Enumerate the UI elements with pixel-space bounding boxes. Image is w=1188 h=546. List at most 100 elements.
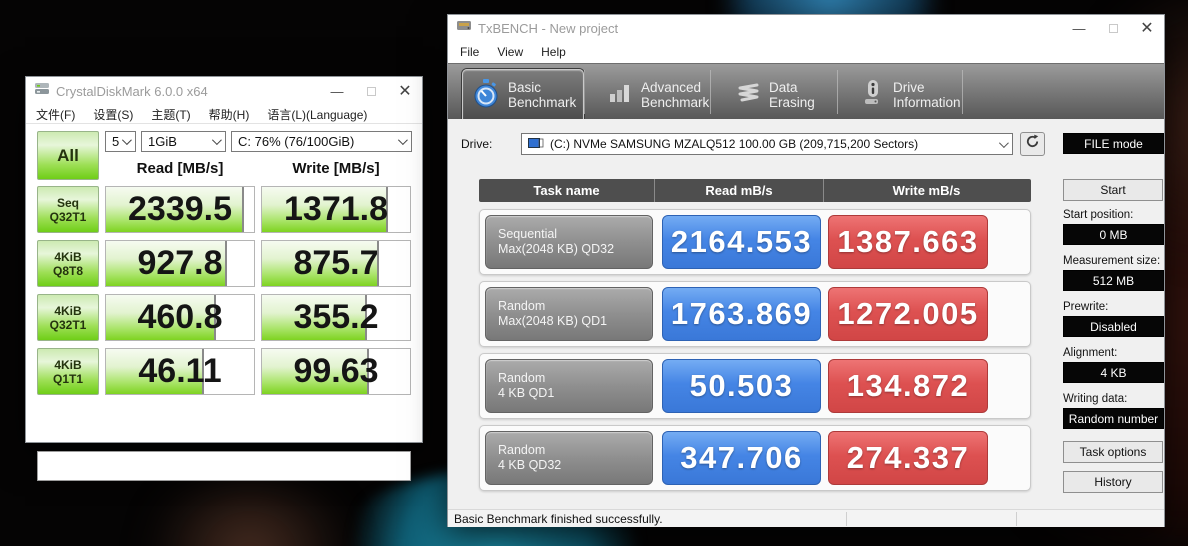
cdm-all-button[interactable]: All — [37, 131, 99, 180]
tab-advanced-benchmark[interactable]: Advanced Benchmark — [598, 69, 709, 120]
cdm-comment-input[interactable] — [37, 451, 411, 481]
task-line1: Random — [498, 443, 546, 457]
cdm-4kib-q8t8-button[interactable]: 4KiB Q8T8 — [37, 240, 99, 287]
tab-label: Basic Benchmark — [508, 80, 577, 110]
history-button[interactable]: History — [1063, 471, 1163, 493]
task-options-button[interactable]: Task options — [1063, 441, 1163, 463]
tab-data-erasing[interactable]: Data Erasing — [726, 69, 834, 120]
measurement-size-value[interactable]: 512 MB — [1063, 270, 1164, 291]
cdm-q1t1-write-cell: 99.63 — [261, 348, 411, 395]
txb-menu-help[interactable]: Help — [541, 45, 566, 59]
drive-label: Drive: — [461, 137, 493, 151]
writing-data-value[interactable]: Random number — [1063, 408, 1164, 429]
refresh-icon — [1025, 134, 1040, 154]
tab-separator — [710, 70, 711, 114]
tab-separator — [962, 70, 963, 114]
task-line1: Sequential — [498, 227, 558, 241]
drive-select[interactable]: (C:) NVMe SAMSUNG MZALQ512 100.00 GB (20… — [521, 133, 1013, 155]
prewrite-label: Prewrite: — [1063, 301, 1109, 313]
cdm-row-label: Q32T1 — [49, 209, 87, 224]
cdm-target-drive-select[interactable]: C: 76% (76/100GiB) — [231, 131, 412, 152]
write-result-value: 274.337 — [828, 431, 988, 485]
cdm-menu-settings[interactable]: 设置(S) — [93, 106, 133, 123]
write-result-value: 1387.663 — [828, 215, 988, 269]
cdm-q8t8-write-cell: 875.7 — [261, 240, 411, 287]
task-line1: Random — [498, 371, 546, 385]
prewrite-value[interactable]: Disabled — [1063, 316, 1164, 337]
refresh-drives-button[interactable] — [1020, 132, 1045, 156]
cdm-test-count-select[interactable]: 5 — [105, 131, 136, 152]
alignment-label: Alignment: — [1063, 347, 1118, 359]
cdm-row-label: 4KiB — [54, 249, 82, 264]
txbench-app-icon — [456, 19, 472, 37]
cdm-close-button[interactable]: ✕ — [388, 81, 422, 101]
task-button[interactable]: Random Max(2048 KB) QD1 — [485, 287, 653, 341]
cdm-4kib-q1t1-button[interactable]: 4KiB Q1T1 — [37, 348, 99, 395]
cdm-test-count-value: 5 — [112, 134, 120, 149]
txb-statusbar: Basic Benchmark finished successfully. — [448, 509, 1164, 527]
statusbar-divider — [846, 512, 847, 526]
crystaldiskmark-app-icon — [34, 82, 50, 101]
tab-separator — [584, 70, 585, 114]
cdm-window-title: CrystalDiskMark 6.0.0 x64 — [56, 83, 208, 99]
eraser-icon — [736, 82, 760, 107]
cdm-row-label: Seq — [56, 195, 79, 210]
task-line2: Max(2048 KB) QD32 — [498, 242, 615, 256]
cdm-row-label: Q1T1 — [52, 371, 83, 386]
result-row-random-qd1-max: Random Max(2048 KB) QD1 1763.869 1272.00… — [479, 281, 1031, 347]
cdm-menu-language[interactable]: 语言(L)(Language) — [267, 106, 367, 123]
txb-titlebar[interactable]: TxBENCH - New project — ✕ — [448, 15, 1164, 41]
txb-menu-file[interactable]: File — [460, 45, 479, 59]
cdm-row-label: Q8T8 — [52, 263, 83, 278]
result-row-random-4kb-qd32: Random 4 KB QD32 347.706 274.337 — [479, 425, 1031, 491]
task-line2: 4 KB QD1 — [498, 386, 555, 400]
cdm-menu-theme[interactable]: 主题(T) — [151, 106, 190, 123]
bar-chart-icon — [608, 82, 632, 107]
start-position-value[interactable]: 0 MB — [1063, 224, 1164, 245]
cdm-seq-write-cell: 1371.8 — [261, 186, 411, 233]
cdm-q8t8-read-cell: 927.8 — [105, 240, 255, 287]
cdm-row-label: 4KiB — [54, 303, 82, 318]
cdm-q1t1-write-value: 99.63 — [293, 352, 379, 390]
tab-basic-benchmark[interactable]: Basic Benchmark — [462, 69, 584, 120]
cdm-menu-help[interactable]: 帮助(H) — [209, 106, 250, 123]
start-button[interactable]: Start — [1063, 179, 1163, 201]
cdm-all-label: All — [57, 145, 79, 165]
result-row-sequential-qd32: Sequential Max(2048 KB) QD32 2164.553 13… — [479, 209, 1031, 275]
txb-minimize-button[interactable]: — — [1062, 21, 1096, 36]
alignment-value[interactable]: 4 KB — [1063, 362, 1164, 383]
tab-separator — [837, 70, 838, 114]
cdm-seq-q32t1-button[interactable]: Seq Q32T1 — [37, 186, 99, 233]
result-row-random-4kb-qd1: Random 4 KB QD1 50.503 134.872 — [479, 353, 1031, 419]
task-line1: Random — [498, 299, 546, 313]
txb-maximize-button[interactable] — [1096, 23, 1130, 33]
txb-menubar: File View Help — [448, 41, 1164, 63]
cdm-menu-file[interactable]: 文件(F) — [36, 106, 75, 123]
txb-close-button[interactable]: ✕ — [1130, 18, 1164, 38]
cdm-titlebar[interactable]: CrystalDiskMark 6.0.0 x64 — ✕ — [26, 77, 422, 105]
cdm-maximize-button[interactable] — [354, 86, 388, 96]
cdm-seq-write-value: 1371.8 — [284, 190, 388, 228]
drive-icon — [528, 137, 544, 152]
cdm-seq-read-value: 2339.5 — [128, 190, 232, 228]
tab-drive-information[interactable]: Drive Information — [852, 69, 961, 120]
task-button[interactable]: Sequential Max(2048 KB) QD32 — [485, 215, 653, 269]
cdm-4kib-q32t1-button[interactable]: 4KiB Q32T1 — [37, 294, 99, 341]
task-button[interactable]: Random 4 KB QD1 — [485, 359, 653, 413]
cdm-q32t1-write-cell: 355.2 — [261, 294, 411, 341]
chevron-down-icon — [998, 137, 1009, 148]
txb-menu-view[interactable]: View — [497, 45, 523, 59]
txb-tabbar: Basic Benchmark Advanced Benchmark Data Er… — [448, 63, 1164, 120]
drive-select-value: (C:) NVMe SAMSUNG MZALQ512 100.00 GB (20… — [550, 137, 919, 151]
cdm-minimize-button[interactable]: — — [320, 84, 354, 99]
task-button[interactable]: Random 4 KB QD32 — [485, 431, 653, 485]
cdm-q1t1-read-cell: 46.11 — [105, 348, 255, 395]
cdm-q32t1-read-cell: 460.8 — [105, 294, 255, 341]
cdm-q8t8-read-value: 927.8 — [137, 244, 223, 282]
desktop: CrystalDiskMark 6.0.0 x64 — ✕ 文件(F) 设置(S… — [0, 0, 1188, 546]
start-position-label: Start position: — [1063, 209, 1134, 221]
cdm-row-label: Q32T1 — [49, 317, 87, 332]
cdm-test-size-select[interactable]: 1GiB — [141, 131, 226, 152]
results-table-header: Task name Read mB/s Write mB/s — [479, 179, 1031, 202]
read-result-value: 2164.553 — [662, 215, 821, 269]
